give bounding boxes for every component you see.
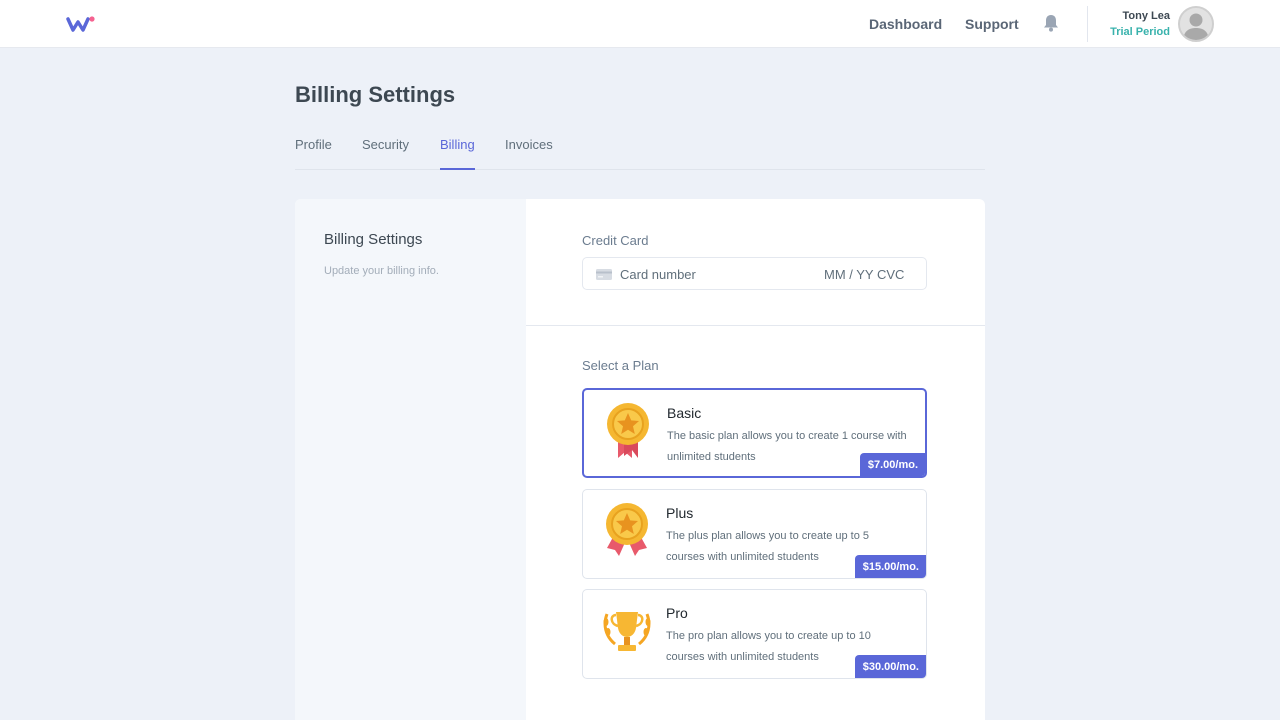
top-navbar: Dashboard Support Tony Lea Trial Period [0, 0, 1280, 48]
tab-invoices[interactable]: Invoices [505, 137, 553, 170]
nav-support-link[interactable]: Support [965, 16, 1019, 32]
wave-logo-icon[interactable] [66, 14, 96, 34]
tab-profile[interactable]: Profile [295, 137, 332, 170]
trial-status-label: Trial Period [1110, 26, 1170, 38]
card-number-placeholder[interactable]: Card number [620, 267, 696, 282]
billing-card: Billing Settings Update your billing inf… [295, 199, 985, 720]
plan-name: Pro [666, 605, 688, 621]
nav-divider [1087, 6, 1088, 42]
billing-card-sidebar: Billing Settings Update your billing inf… [295, 199, 526, 720]
page-title: Billing Settings [295, 82, 456, 107]
section-divider [526, 325, 985, 326]
tab-security[interactable]: Security [362, 137, 409, 170]
user-name[interactable]: Tony Lea [1123, 10, 1170, 22]
plan-price-badge: $30.00/mo. [854, 655, 926, 678]
bell-icon[interactable] [1043, 14, 1059, 32]
settings-tabs: Profile Security Billing Invoices [295, 130, 985, 170]
plan-name: Plus [666, 505, 694, 521]
credit-card-input[interactable]: Card number MM / YY CVC [582, 257, 927, 290]
plan-option-plus[interactable]: Plus The plus plan allows you to create … [582, 489, 927, 579]
nav-dashboard-link[interactable]: Dashboard [869, 16, 942, 32]
select-plan-label: Select a Plan [582, 358, 659, 373]
plan-price-badge: $15.00/mo. [854, 555, 926, 578]
plan-option-pro[interactable]: Pro The pro plan allows you to create up… [582, 589, 927, 679]
credit-card-icon [596, 269, 612, 280]
tab-billing[interactable]: Billing [440, 137, 475, 170]
expiry-cvc-placeholder[interactable]: MM / YY CVC [824, 267, 904, 282]
sidebar-description: Update your billing info. [324, 265, 439, 277]
credit-card-label: Credit Card [582, 233, 649, 248]
plan-price-badge: $7.00/mo. [859, 453, 925, 476]
medal-double-ribbon-icon [606, 503, 648, 556]
plan-name: Basic [667, 405, 702, 421]
trophy-icon [603, 612, 651, 651]
medal-ribbon-icon [607, 403, 649, 458]
plan-option-basic[interactable]: Basic The basic plan allows you to creat… [582, 388, 927, 478]
user-avatar-icon[interactable] [1178, 6, 1214, 42]
sidebar-title: Billing Settings [324, 231, 423, 248]
